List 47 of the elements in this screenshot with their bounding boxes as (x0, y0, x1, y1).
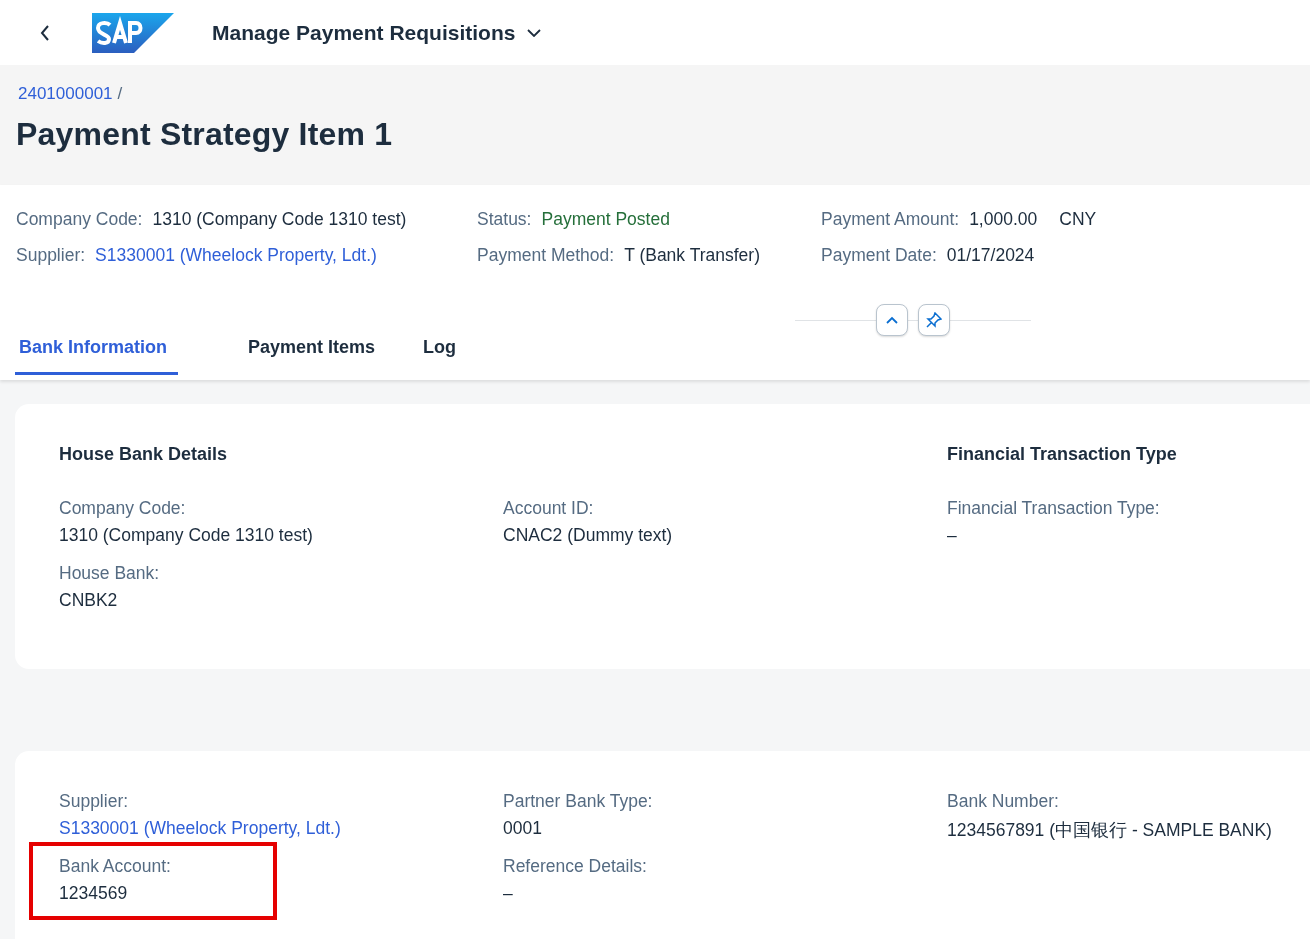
field-value: 0001 (503, 818, 542, 839)
pin-icon (926, 312, 942, 328)
field-label: Payment Amount: (821, 209, 960, 231)
field-label: Bank Number: (947, 791, 1059, 812)
breadcrumb-separator: / (117, 84, 123, 104)
chevron-up-icon (886, 316, 898, 324)
field-label: Status: (477, 209, 532, 231)
logo-icon[interactable] (92, 12, 174, 53)
field-label: Supplier: (59, 791, 129, 812)
app-title-menu[interactable]: Manage Payment Requisitions (212, 20, 542, 45)
field-value: 1234569 (59, 883, 128, 904)
field-label: Supplier: (16, 245, 86, 267)
field-link[interactable]: S1330001 (Wheelock Property, Ldt.) (95, 245, 377, 267)
tab[interactable]: Log (419, 331, 461, 375)
field-label: Payment Date: (821, 245, 937, 267)
field-label: Partner Bank Type: (503, 791, 653, 812)
field-value: 01/17/2024 (946, 245, 1035, 267)
tab[interactable]: Payment Items (244, 331, 380, 375)
breadcrumb-link[interactable]: 2401000001 (16, 84, 113, 104)
collapse-header-button[interactable] (876, 304, 908, 336)
field-label: Company Code: (16, 209, 143, 231)
field-value: 1,000.00 (969, 209, 1038, 231)
pin-header-button[interactable] (918, 304, 950, 336)
field-label: Account ID: (503, 498, 594, 519)
field-value: Payment Posted (541, 209, 670, 231)
field-label: Reference Details: (503, 856, 647, 877)
field-label: Financial Transaction Type: (947, 498, 1160, 519)
field-label: House Bank: (59, 563, 160, 584)
section-heading: Financial Transaction Type (947, 444, 1178, 466)
field-value: – (503, 883, 513, 904)
currency-unit: CNY (1059, 209, 1097, 231)
field-value: CNBK2 (59, 590, 118, 611)
back-icon[interactable] (40, 24, 50, 41)
field-value: 1310 (Company Code 1310 test) (152, 209, 407, 231)
field-label: Bank Account: (59, 856, 171, 877)
tab[interactable]: Bank Information (15, 331, 178, 375)
field-value: – (947, 525, 957, 546)
field-label: Company Code: (59, 498, 186, 519)
page-title: Payment Strategy Item 1 (16, 116, 394, 153)
field-value: 1310 (Company Code 1310 test) (59, 525, 313, 546)
field-link[interactable]: S1330001 (Wheelock Property, Ldt.) (59, 818, 341, 839)
field-value: 1234567891 (中国银行 - SAMPLE BANK) (947, 819, 1272, 842)
section-heading: House Bank Details (59, 444, 229, 466)
field-label: Payment Method: (477, 245, 615, 267)
field-value: T (Bank Transfer) (624, 245, 760, 267)
field-value: CNAC2 (Dummy text) (503, 525, 673, 546)
chevron-down-icon (527, 28, 542, 37)
